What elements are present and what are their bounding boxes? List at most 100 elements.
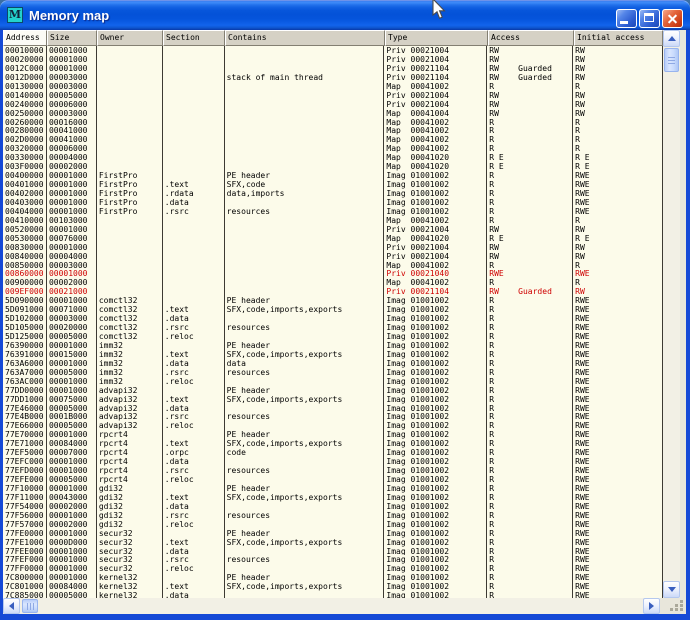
table-row[interactable]: 00860000 00001000 Priv 00021040 RWE RWE [3, 269, 662, 278]
table-row[interactable]: 77FE1000 0000D000 secur32 .text SFX,code… [3, 538, 662, 547]
table-row[interactable]: 77EFC000 00001000 rpcrt4 .data Imag 0100… [3, 457, 662, 466]
table-row[interactable]: 00320000 00006000 Map 00041002 R R [3, 144, 662, 153]
vertical-scrollbar-thumb[interactable] [664, 48, 679, 72]
column-header-type[interactable]: Type [385, 30, 488, 46]
table-row[interactable]: 00010000 00001000 Priv 00021004 RW RW [3, 46, 662, 55]
table-row[interactable]: 003F0000 00002000 Map 00041020 R E R E [3, 162, 662, 171]
table-row[interactable]: 77EFE000 00005000 rpcrt4 .reloc Imag 010… [3, 475, 662, 484]
table-row[interactable]: 5D102000 00003000 comctl32 .data Imag 01… [3, 314, 662, 323]
table-row[interactable]: 77FEE000 00001000 secur32 .data Imag 010… [3, 547, 662, 556]
table-row[interactable]: 00260000 00016000 Map 00041002 R R [3, 118, 662, 127]
table-row[interactable]: 77F54000 00002000 gdi32 .data Imag 01001… [3, 502, 662, 511]
cell-type: Imag 01001002 [384, 555, 487, 564]
table-row[interactable]: 00140000 00005000 Priv 00021004 RW RW [3, 91, 662, 100]
table-row[interactable]: 002D0000 00041000 Map 00041002 R R [3, 135, 662, 144]
column-header-contains[interactable]: Contains [225, 30, 385, 46]
table-row[interactable]: 763AC000 00001000 imm32 .reloc Imag 0100… [3, 377, 662, 386]
table-row[interactable]: 76391000 00015000 imm32 .text SFX,code,i… [3, 350, 662, 359]
table-row[interactable]: 7C885000 00005000 kernel32 .data Imag 01… [3, 591, 662, 598]
table-row[interactable]: 7C801000 00084000 kernel32 .text SFX,cod… [3, 582, 662, 591]
cell-owner: FirstPro [97, 180, 163, 189]
table-row[interactable]: 77DD0000 00001000 advapi32 PE header Ima… [3, 386, 662, 395]
cell-type: Imag 01001002 [384, 323, 487, 332]
cell-access: RW [487, 252, 573, 261]
titlebar[interactable]: M Memory map [0, 0, 690, 30]
table-row[interactable]: 00520000 00001000 Priv 00021004 RW RW [3, 225, 662, 234]
horizontal-scrollbar-thumb[interactable] [22, 599, 38, 613]
cell-access: R [487, 493, 573, 502]
cell-contains: code [225, 448, 385, 457]
minimize-button[interactable] [616, 9, 637, 28]
table-row[interactable]: 77FE0000 00001000 secur32 PE header Imag… [3, 529, 662, 538]
table-row[interactable]: 00830000 00001000 Priv 00021004 RW RW [3, 243, 662, 252]
table-row[interactable]: 5D125000 00005000 comctl32 .reloc Imag 0… [3, 332, 662, 341]
table-row[interactable]: 00330000 00004000 Map 00041020 R E R E [3, 153, 662, 162]
cell-type: Map 00041020 [384, 234, 487, 243]
horizontal-scrollbar[interactable] [3, 598, 660, 614]
cell-type: Priv 00021004 [384, 252, 487, 261]
cell-access: R [487, 261, 573, 270]
table-row[interactable]: 77E70000 00001000 rpcrt4 PE header Imag … [3, 430, 662, 439]
table-row[interactable]: 77F56000 00001000 gdi32 .rsrc resources … [3, 511, 662, 520]
table-row[interactable]: 77EFD000 00001000 rpcrt4 .rsrc resources… [3, 466, 662, 475]
table-row[interactable]: 00240000 00006000 Priv 00021004 RW RW [3, 100, 662, 109]
cell-address: 00840000 [3, 252, 47, 261]
scroll-right-button[interactable] [643, 598, 660, 614]
column-header-size[interactable]: Size [47, 30, 97, 46]
table-row[interactable]: 00402000 00001000 FirstPro .rdata data,i… [3, 189, 662, 198]
table-row[interactable]: 5D090000 00001000 comctl32 PE header Ima… [3, 296, 662, 305]
table-row[interactable]: 00250000 00003000 Map 00041004 RW RW [3, 109, 662, 118]
table-row[interactable]: 00403000 00001000 FirstPro .data Imag 01… [3, 198, 662, 207]
table-row[interactable]: 77E66000 00005000 advapi32 .reloc Imag 0… [3, 421, 662, 430]
table-row[interactable]: 77FEF000 00001000 secur32 .rsrc resource… [3, 555, 662, 564]
table-row[interactable]: 5D091000 00071000 comctl32 .text SFX,cod… [3, 305, 662, 314]
table-row[interactable]: 00404000 00001000 FirstPro .rsrc resourc… [3, 207, 662, 216]
column-header-address[interactable]: Address [3, 30, 47, 46]
close-button[interactable] [662, 9, 683, 28]
scroll-down-button[interactable] [663, 581, 680, 598]
table-row[interactable]: 009EF000 00021000 Priv 00021104 RW Guard… [3, 287, 662, 296]
table-row[interactable]: 5D105000 00020000 comctl32 .rsrc resourc… [3, 323, 662, 332]
table-row[interactable]: 00850000 00003000 Map 00041002 R R [3, 261, 662, 270]
table-row[interactable]: 77E4B000 0001B000 advapi32 .rsrc resourc… [3, 412, 662, 421]
cell-initial-access: RW [573, 109, 662, 118]
resize-grip[interactable] [670, 600, 684, 612]
table-row[interactable]: 77EF5000 00007000 rpcrt4 .orpc code Imag… [3, 448, 662, 457]
column-header-initial-access[interactable]: Initial access [574, 30, 663, 46]
table-row[interactable]: 77FF0000 00001000 secur32 .reloc Imag 01… [3, 564, 662, 573]
column-header-access[interactable]: Access [488, 30, 574, 46]
maximize-button[interactable] [639, 9, 660, 28]
table-row[interactable]: 763A7000 00005000 imm32 .rsrc resources … [3, 368, 662, 377]
table-row[interactable]: 00020000 00001000 Priv 00021004 RW RW [3, 55, 662, 64]
column-header-owner[interactable]: Owner [97, 30, 163, 46]
scroll-left-button[interactable] [3, 598, 20, 614]
vertical-scrollbar[interactable] [663, 30, 680, 598]
scroll-up-button[interactable] [663, 30, 680, 47]
table-row[interactable]: 00840000 00004000 Priv 00021004 RW RW [3, 252, 662, 261]
table-row[interactable]: 77DD1000 00075000 advapi32 .text SFX,cod… [3, 395, 662, 404]
table-row[interactable]: 0012C000 00001000 Priv 00021104 RW Guard… [3, 64, 662, 73]
table-row[interactable]: 00530000 00076000 Map 00041020 R E R E [3, 234, 662, 243]
table-row[interactable]: 00130000 00003000 Map 00041002 R R [3, 82, 662, 91]
table-row[interactable]: 00900000 00002000 Map 00041002 R R [3, 278, 662, 287]
table-row[interactable]: 00400000 00001000 FirstPro PE header Ima… [3, 171, 662, 180]
table-row[interactable]: 76390000 00001000 imm32 PE header Imag 0… [3, 341, 662, 350]
table-row[interactable]: 77E71000 00084000 rpcrt4 .text SFX,code,… [3, 439, 662, 448]
table-row[interactable]: 77F10000 00001000 gdi32 PE header Imag 0… [3, 484, 662, 493]
column-header-section[interactable]: Section [163, 30, 225, 46]
cell-address: 00860000 [3, 269, 47, 278]
table-row[interactable]: 77F57000 00002000 gdi32 .reloc Imag 0100… [3, 520, 662, 529]
cell-owner [97, 261, 163, 270]
cell-contains: PE header [225, 573, 385, 582]
table-row[interactable]: 763A6000 00001000 imm32 .data data Imag … [3, 359, 662, 368]
table-row[interactable]: 0012D000 00003000 stack of main thread P… [3, 73, 662, 82]
cell-access: R [487, 341, 573, 350]
table-row[interactable]: 77E46000 00005000 advapi32 .data Imag 01… [3, 404, 662, 413]
table-row[interactable]: 00280000 00041000 Map 00041002 R R [3, 126, 662, 135]
table-row[interactable]: 00410000 00103000 Map 00041002 R R [3, 216, 662, 225]
table-row[interactable]: 00401000 00001000 FirstPro .text SFX,cod… [3, 180, 662, 189]
cell-type: Imag 01001002 [384, 314, 487, 323]
table-row[interactable]: 77F11000 00043000 gdi32 .text SFX,code,i… [3, 493, 662, 502]
cell-section [163, 144, 225, 153]
table-row[interactable]: 7C800000 00001000 kernel32 PE header Ima… [3, 573, 662, 582]
